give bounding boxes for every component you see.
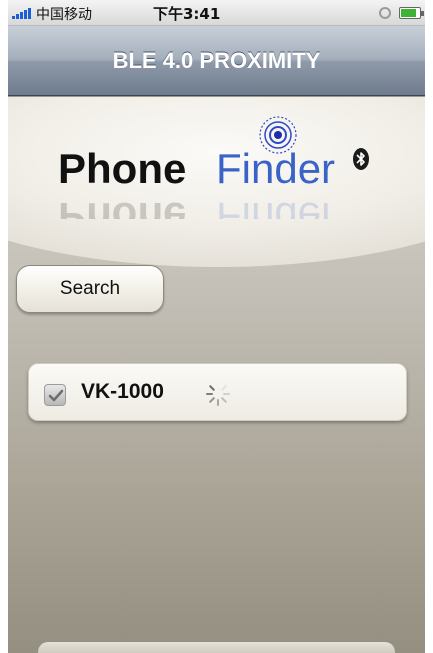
battery-icon <box>399 7 424 19</box>
nav-title: BLE 4.0 PROXIMITY <box>112 48 321 73</box>
device-name: VK-1000 <box>81 380 164 403</box>
lock-rotation-icon <box>379 7 391 19</box>
checkmark-icon <box>48 389 64 402</box>
logo-reflection: Phone Finder <box>58 194 336 219</box>
signal-icon <box>12 8 34 19</box>
device-checkbox[interactable] <box>44 384 66 406</box>
status-time: 下午3:41 <box>153 5 221 23</box>
logo-text-finder: Finder <box>216 145 336 192</box>
main-content: Phone Finder Phone Finder Search VK-1000 <box>8 97 425 653</box>
bottom-panel-edge <box>38 642 395 653</box>
app-logo: Phone Finder Phone Finder <box>58 116 358 219</box>
status-bar: 中国移动 下午3:41 <box>8 0 425 26</box>
loading-spinner-icon <box>206 382 230 406</box>
bluetooth-icon <box>353 148 369 170</box>
logo-text-phone: Phone <box>58 145 187 192</box>
carrier-name: 中国移动 <box>36 7 92 23</box>
device-list-item[interactable]: VK-1000 <box>28 363 407 421</box>
search-button[interactable]: Search <box>16 265 164 313</box>
navigation-bar: BLE 4.0 PROXIMITY <box>8 26 425 96</box>
app-screen: 中国移动 下午3:41 BLE 4.0 PROXIMITY Phone Find… <box>8 0 425 653</box>
